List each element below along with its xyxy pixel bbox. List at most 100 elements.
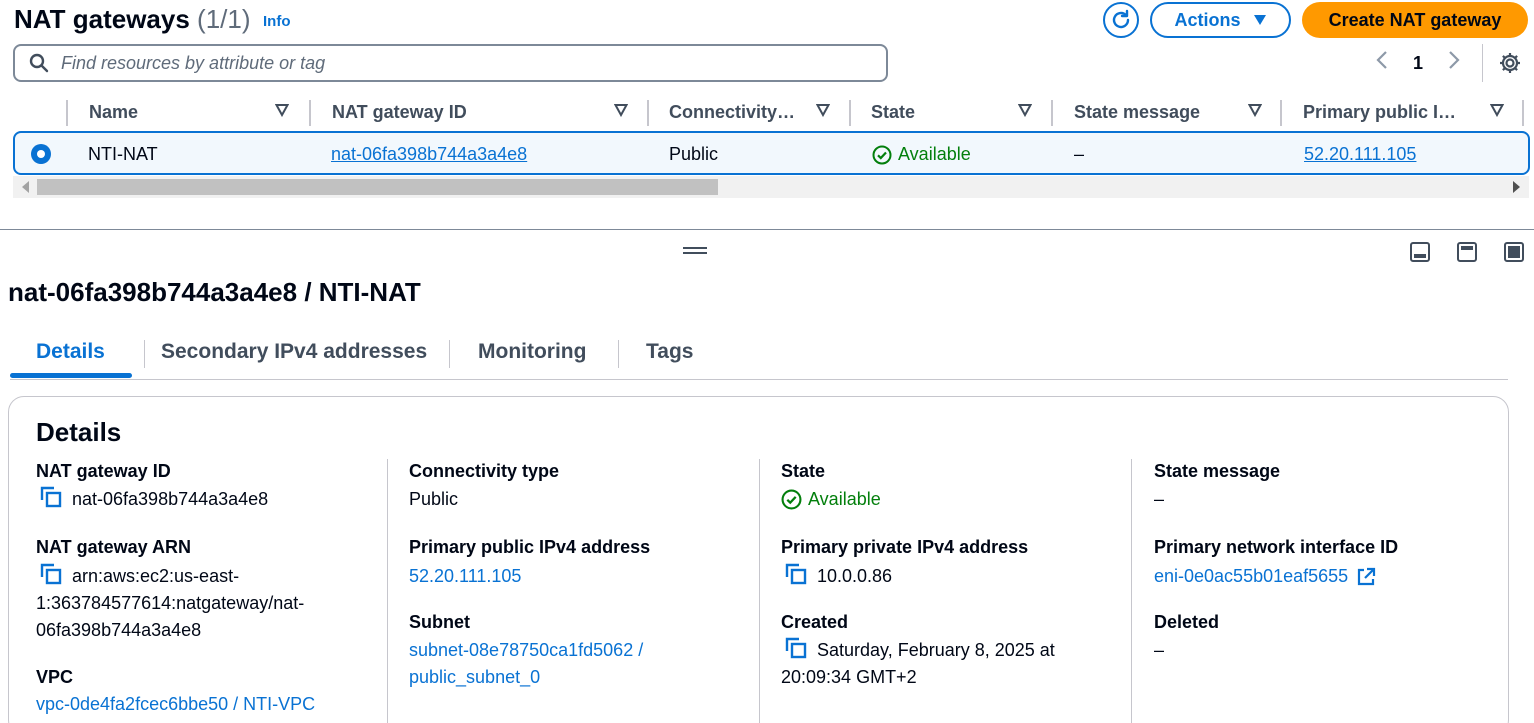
connectivity-type-value: Public bbox=[409, 489, 459, 509]
table-header: Name NAT gateway ID Connectivity… State … bbox=[13, 94, 1529, 130]
created-line: Saturday, February 8, 2025 at bbox=[817, 640, 1055, 660]
primary-private-ip-value: 10.0.0.86 bbox=[785, 563, 892, 590]
column-label: Name bbox=[89, 101, 139, 122]
created-label: Created bbox=[781, 612, 849, 632]
vpc-link[interactable]: vpc-0de4fa2fcec6bbe50 / NTI-VPC bbox=[36, 691, 315, 718]
horizontal-scrollbar[interactable] bbox=[13, 176, 1529, 198]
column-label: Primary public I… bbox=[1303, 101, 1457, 122]
refresh-icon bbox=[1112, 9, 1130, 29]
tab-tags[interactable]: Tags bbox=[646, 340, 693, 364]
sort-icon[interactable] bbox=[1490, 103, 1504, 117]
copy-icon[interactable] bbox=[40, 563, 62, 585]
scrollbar-thumb[interactable] bbox=[37, 179, 718, 195]
column-label: State bbox=[871, 101, 916, 122]
column-header-nat-gateway-id[interactable]: NAT gateway ID bbox=[332, 94, 628, 130]
column-divider bbox=[1131, 459, 1132, 723]
actions-button[interactable]: Actions bbox=[1150, 2, 1291, 38]
subnet-line: public_subnet_0 bbox=[409, 667, 541, 687]
copy-icon[interactable] bbox=[40, 486, 62, 508]
tab-divider bbox=[144, 340, 145, 368]
column-divider bbox=[647, 100, 649, 126]
cell-state-message: – bbox=[1074, 144, 1085, 164]
column-header-name[interactable]: Name bbox=[89, 94, 289, 130]
column-divider bbox=[1051, 100, 1053, 126]
nat-gateway-id-value: nat-06fa398b744a3a4e8 bbox=[40, 486, 268, 513]
actions-label: Actions bbox=[1174, 9, 1241, 30]
connectivity-type-label: Connectivity type bbox=[409, 461, 560, 481]
panel-bottom-button[interactable] bbox=[1410, 242, 1430, 262]
search-input[interactable] bbox=[61, 52, 861, 74]
column-divider bbox=[66, 100, 68, 126]
subnet-link[interactable]: subnet-08e78750ca1fd5062 / public_subnet… bbox=[409, 637, 643, 691]
primary-public-ip-label: Primary public IPv4 address bbox=[409, 537, 651, 557]
column-header-connectivity[interactable]: Connectivity… bbox=[669, 94, 830, 130]
page-title-text: NAT gateways bbox=[14, 4, 190, 34]
subnet-label: Subnet bbox=[409, 612, 470, 632]
page-number[interactable]: 1 bbox=[1396, 53, 1440, 74]
tab-secondary-ipv4-addresses[interactable]: Secondary IPv4 addresses bbox=[161, 340, 427, 364]
caret-down-icon bbox=[1253, 15, 1266, 25]
panel-maximize-button[interactable] bbox=[1504, 242, 1524, 262]
arn-line: arn:aws:ec2:us-east- bbox=[72, 566, 240, 586]
state-message-label: State message bbox=[1154, 461, 1281, 481]
column-header-primary-public-ip[interactable]: Primary public I… bbox=[1303, 94, 1504, 130]
pagination: 1 bbox=[1368, 48, 1468, 78]
chevron-left-icon[interactable] bbox=[1368, 50, 1396, 76]
cell-nat-gateway-id-link[interactable]: nat-06fa398b744a3a4e8 bbox=[331, 144, 527, 165]
status-available-icon bbox=[872, 145, 892, 164]
scroll-left-arrow[interactable] bbox=[22, 181, 29, 193]
search-icon bbox=[29, 53, 49, 73]
card-title: Details bbox=[36, 417, 122, 447]
copy-icon[interactable] bbox=[785, 563, 807, 585]
resource-count: (1/1) bbox=[197, 4, 251, 34]
primary-public-ip-link[interactable]: 52.20.111.105 bbox=[409, 563, 521, 590]
tab-details[interactable]: Details bbox=[36, 340, 105, 364]
primary-private-ip-text: 10.0.0.86 bbox=[817, 566, 893, 586]
primary-eni-link[interactable]: eni-0e0ac55b01eaf5655 bbox=[1154, 563, 1376, 590]
drag-handle-icon[interactable] bbox=[683, 245, 707, 255]
tab-divider bbox=[618, 340, 619, 368]
chevron-right-icon[interactable] bbox=[1440, 50, 1468, 76]
deleted-value: – bbox=[1154, 640, 1165, 660]
pager-divider bbox=[1482, 44, 1483, 82]
column-header-state[interactable]: State bbox=[871, 94, 1032, 130]
panel-side-button[interactable] bbox=[1457, 242, 1477, 262]
column-header-state-message[interactable]: State message bbox=[1074, 94, 1262, 130]
created-value: Saturday, February 8, 2025 at 20:09:34 G… bbox=[781, 637, 1101, 691]
sort-icon[interactable] bbox=[1018, 103, 1032, 117]
info-link[interactable]: Info bbox=[263, 13, 291, 30]
copy-icon[interactable] bbox=[785, 637, 807, 659]
create-nat-gateway-button[interactable]: Create NAT gateway bbox=[1302, 2, 1528, 38]
primary-eni-label: Primary network interface ID bbox=[1154, 537, 1399, 557]
scroll-right-arrow[interactable] bbox=[1513, 181, 1520, 193]
column-divider bbox=[1522, 100, 1524, 126]
state-value: Available bbox=[781, 486, 881, 513]
nat-gateway-id-label: NAT gateway ID bbox=[36, 461, 171, 481]
sort-icon[interactable] bbox=[816, 103, 830, 117]
sort-icon[interactable] bbox=[614, 103, 628, 117]
state-message-value: – bbox=[1154, 489, 1165, 509]
preferences-button[interactable] bbox=[1496, 49, 1524, 77]
split-panel-divider bbox=[0, 229, 1534, 230]
tab-monitoring[interactable]: Monitoring bbox=[478, 340, 586, 364]
sort-icon[interactable] bbox=[1248, 103, 1262, 117]
created-line: 20:09:34 GMT+2 bbox=[781, 667, 917, 687]
column-label: NAT gateway ID bbox=[332, 101, 467, 122]
subnet-line: subnet-08e78750ca1fd5062 / bbox=[409, 640, 644, 660]
sort-icon[interactable] bbox=[275, 103, 289, 117]
page-title: NAT gateways (1/1) bbox=[14, 4, 251, 35]
cell-name: NTI-NAT bbox=[88, 144, 158, 164]
refresh-button[interactable] bbox=[1103, 2, 1139, 38]
table-row[interactable]: NTI-NAT nat-06fa398b744a3a4e8 Public Ava… bbox=[13, 131, 1530, 175]
column-divider bbox=[1280, 100, 1282, 126]
vpc-label: VPC bbox=[36, 667, 74, 687]
details-card: Details NAT gateway ID nat-06fa398b744a3… bbox=[8, 396, 1509, 723]
detail-tabs: Details Secondary IPv4 addresses Monitor… bbox=[10, 332, 1508, 380]
cell-primary-public-ip-link[interactable]: 52.20.111.105 bbox=[1304, 144, 1416, 165]
deleted-label: Deleted bbox=[1154, 612, 1220, 632]
search-field[interactable] bbox=[13, 44, 888, 82]
detail-title: nat-06fa398b744a3a4e8 / NTI-NAT bbox=[8, 277, 421, 307]
state-text: Available bbox=[808, 489, 881, 509]
row-select-radio[interactable] bbox=[31, 144, 51, 164]
arn-line: 1:363784577614:natgateway/nat- bbox=[36, 593, 305, 613]
